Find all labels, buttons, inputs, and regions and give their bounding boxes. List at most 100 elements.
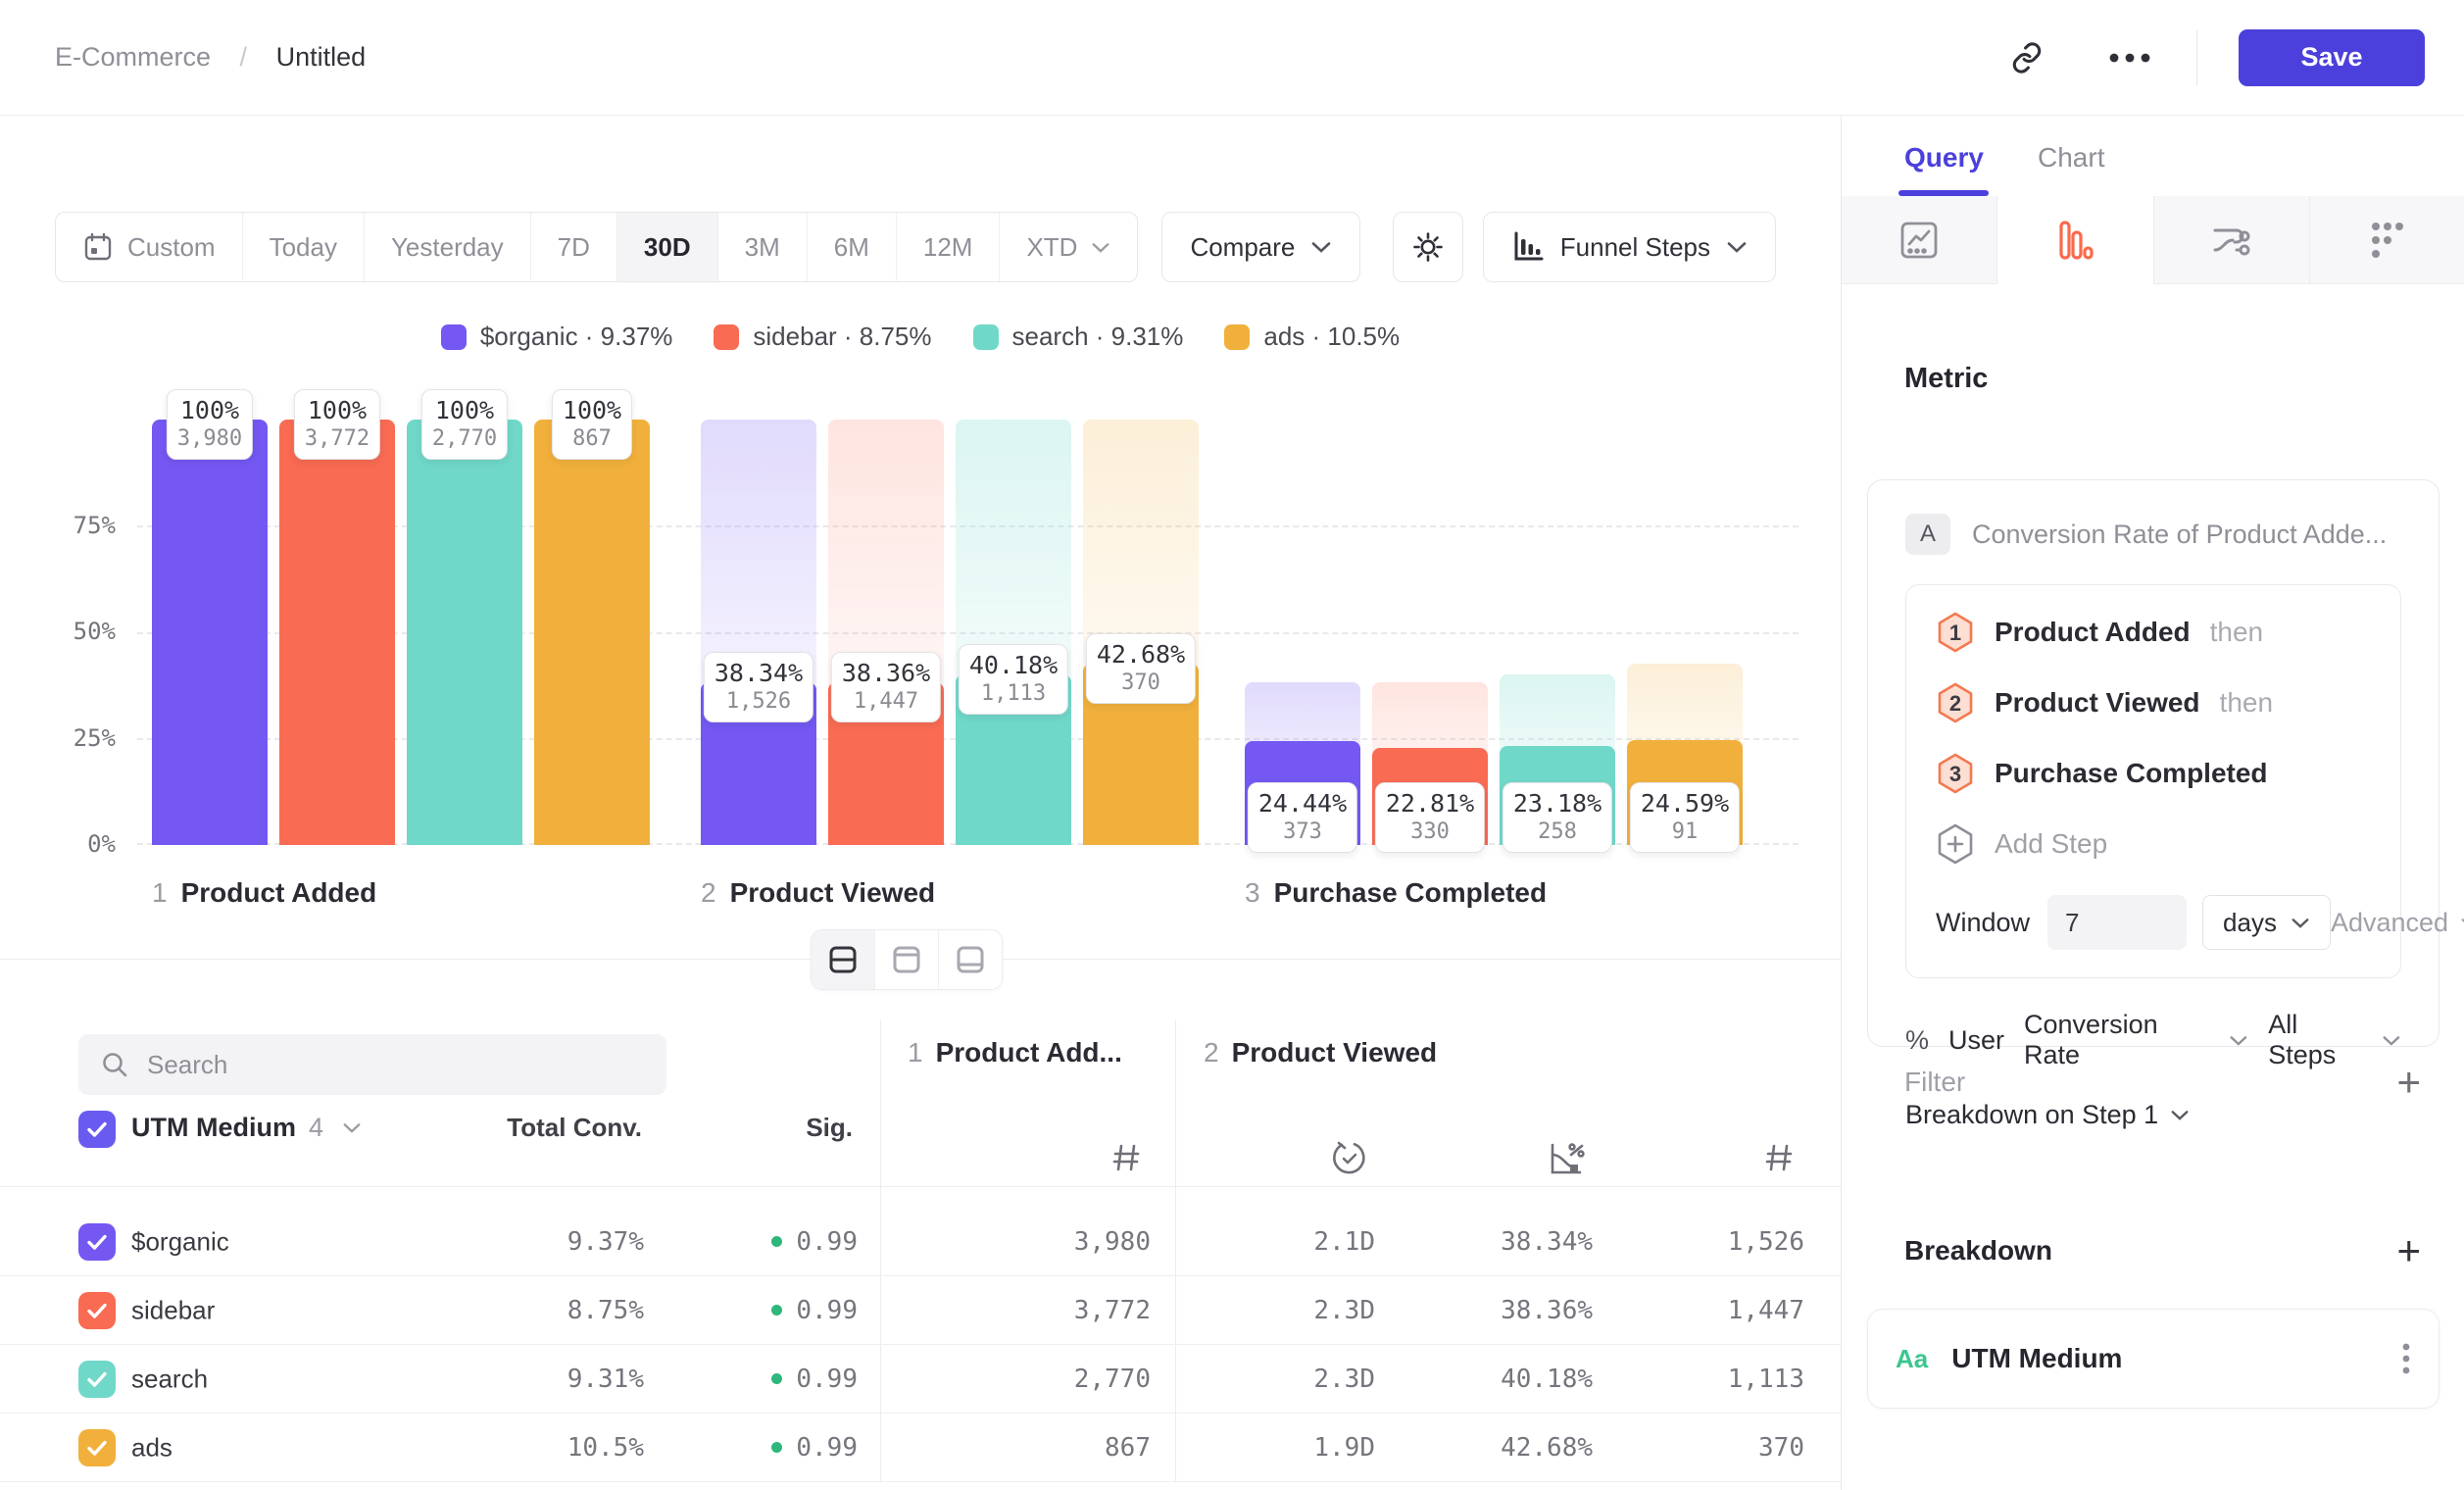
range-custom[interactable]: Custom (56, 213, 242, 281)
breadcrumb-collection[interactable]: E-Commerce (55, 42, 211, 72)
breakdown-on-select[interactable]: Breakdown on Step 1 (1905, 1100, 2401, 1130)
metric-step-2[interactable]: 2 Product Viewed then (1936, 681, 2371, 724)
save-button[interactable]: Save (2239, 29, 2425, 86)
breadcrumb-title[interactable]: Untitled (276, 42, 367, 72)
legend-item[interactable]: $organic · 9.37% (441, 322, 673, 352)
range-label: 7D (558, 232, 590, 263)
table-row-sidebar[interactable]: sidebar 8.75% 0.99 3,772 2.3D 38.36% 1,4… (0, 1276, 1841, 1345)
sig-value: 0.99 (771, 1227, 858, 1257)
range-7d[interactable]: 7D (530, 213, 616, 281)
funnel-bar-ads[interactable] (534, 420, 650, 845)
window-value-input[interactable] (2047, 895, 2187, 950)
legend-label: sidebar · 8.75% (753, 322, 931, 352)
range-3m[interactable]: 3M (717, 213, 807, 281)
percent-prefix: % (1905, 1025, 1929, 1056)
metric-step-1[interactable]: 1 Product Added then (1936, 611, 2371, 654)
breadcrumb-separator: / (240, 42, 248, 72)
table-row-ads[interactable]: ads 10.5% 0.99 867 1.9D 42.68% 370 (0, 1414, 1841, 1482)
step2-avg-time: 1.9D (1313, 1433, 1375, 1463)
chevron-down-icon[interactable] (342, 1121, 362, 1134)
tab-chart[interactable]: Chart (2038, 142, 2104, 174)
layout-table-only-button[interactable] (938, 930, 1002, 989)
range-today[interactable]: Today (242, 213, 364, 281)
range-label: 6M (834, 232, 869, 263)
step-number: 3 (1245, 877, 1260, 909)
chevron-down-icon (1310, 240, 1332, 254)
add-filter-button[interactable]: + (2396, 1062, 2421, 1103)
add-step-label: Add Step (1995, 828, 2107, 860)
property-type-badge: Aa (1896, 1344, 1928, 1374)
table-row-search[interactable]: search 9.31% 0.99 2,770 2.3D 40.18% 1,11… (0, 1345, 1841, 1414)
range-yesterday[interactable]: Yesterday (364, 213, 530, 281)
layout-table-only-icon (955, 944, 986, 975)
bar-slot: 24.59% 91 (1627, 420, 1743, 845)
group-step-number: 1 (908, 1037, 923, 1068)
step-axis-label: 1 Product Added (152, 877, 376, 909)
advanced-label: Advanced (2331, 908, 2448, 938)
view-type-button[interactable]: Funnel Steps (1483, 212, 1776, 282)
breakdown-column-title[interactable]: UTM Medium (131, 1113, 296, 1143)
breakdown-section: Breakdown + (1904, 1230, 2421, 1271)
sig-dot (771, 1373, 782, 1384)
funnel-bar-search[interactable] (407, 420, 522, 845)
step-event-name: Product Viewed (1995, 687, 2200, 719)
metric-formula-row[interactable]: A Conversion Rate of Product Adde... (1905, 514, 2401, 555)
row-label: ads (131, 1432, 172, 1463)
row-checkbox[interactable] (78, 1429, 116, 1466)
metric-step-3[interactable]: 3 Purchase Completed (1936, 752, 2371, 795)
legend-item[interactable]: search · 9.31% (973, 322, 1184, 352)
total-conv-header[interactable]: Total Conv. (507, 1113, 642, 1143)
breakdown-item-card[interactable]: Aa UTM Medium (1867, 1309, 2439, 1409)
add-step-button[interactable]: Add Step (1936, 822, 2371, 866)
chart-type-line-button[interactable] (1842, 196, 1996, 284)
window-unit-select[interactable]: days (2202, 895, 2331, 950)
chart-type-retention-button[interactable] (2309, 196, 2464, 284)
compare-button[interactable]: Compare (1161, 212, 1360, 282)
funnel-bar-$organic[interactable] (152, 420, 268, 845)
chart-toolbar: CustomTodayYesterday 7D 30D3M 6M 12M XTD Comp… (55, 212, 1776, 282)
legend-item[interactable]: ads · 10.5% (1224, 322, 1400, 352)
bar-slot: 100% 3,772 (279, 420, 395, 845)
row-checkbox[interactable] (78, 1223, 116, 1261)
bar-conversion-pct: 100% (305, 396, 370, 424)
chart-settings-button[interactable] (1393, 212, 1463, 282)
share-link-button[interactable] (2010, 41, 2044, 74)
chart-type-funnel-button[interactable] (1996, 196, 2152, 284)
legend-label: ads · 10.5% (1263, 322, 1400, 352)
legend-item[interactable]: sidebar · 8.75% (714, 322, 931, 352)
range-12m[interactable]: 12M (896, 213, 1000, 281)
panel-tabs: Query Chart (1842, 116, 2464, 196)
bar-count: 1,113 (969, 681, 1058, 706)
layout-split-button[interactable] (812, 930, 874, 989)
total-conv-value: 8.75% (567, 1296, 644, 1325)
y-axis-tick: 75% (27, 512, 116, 539)
sig-header[interactable]: Sig. (806, 1113, 853, 1143)
range-xtd[interactable]: XTD (999, 213, 1137, 281)
legend-swatch (714, 324, 739, 350)
group-step-number: 2 (1204, 1037, 1219, 1068)
chart-type-flow-button[interactable] (2153, 196, 2309, 284)
bar-count: 2,770 (432, 426, 497, 451)
row-checkbox[interactable] (78, 1361, 116, 1398)
bar-value-label: 100% 3,980 (167, 389, 253, 460)
funnel-bar-sidebar[interactable] (279, 420, 395, 845)
range-label: XTD (1026, 232, 1077, 263)
line-chart-icon (1896, 217, 1943, 264)
more-options-button[interactable] (2108, 52, 2151, 64)
table-row-organic[interactable]: $organic 9.37% 0.99 3,980 2.1D 38.34% 1,… (0, 1208, 1841, 1276)
search-input[interactable] (147, 1050, 645, 1080)
kebab-menu-icon[interactable] (2401, 1342, 2411, 1375)
measure-entity[interactable]: User (1948, 1025, 2004, 1056)
row-checkbox[interactable] (78, 1292, 116, 1329)
tab-query[interactable]: Query (1904, 142, 1984, 174)
advanced-toggle[interactable]: Advanced (2331, 908, 2464, 938)
range-6m[interactable]: 6M (807, 213, 896, 281)
bar-slot: 100% 867 (534, 420, 650, 845)
range-30d[interactable]: 30D (616, 213, 717, 281)
step-then-label: then (2220, 687, 2274, 719)
select-all-checkbox[interactable] (78, 1111, 116, 1148)
add-breakdown-button[interactable]: + (2396, 1230, 2421, 1271)
layout-chart-only-button[interactable] (874, 930, 938, 989)
compare-label: Compare (1190, 232, 1295, 263)
row-label: search (131, 1364, 208, 1394)
